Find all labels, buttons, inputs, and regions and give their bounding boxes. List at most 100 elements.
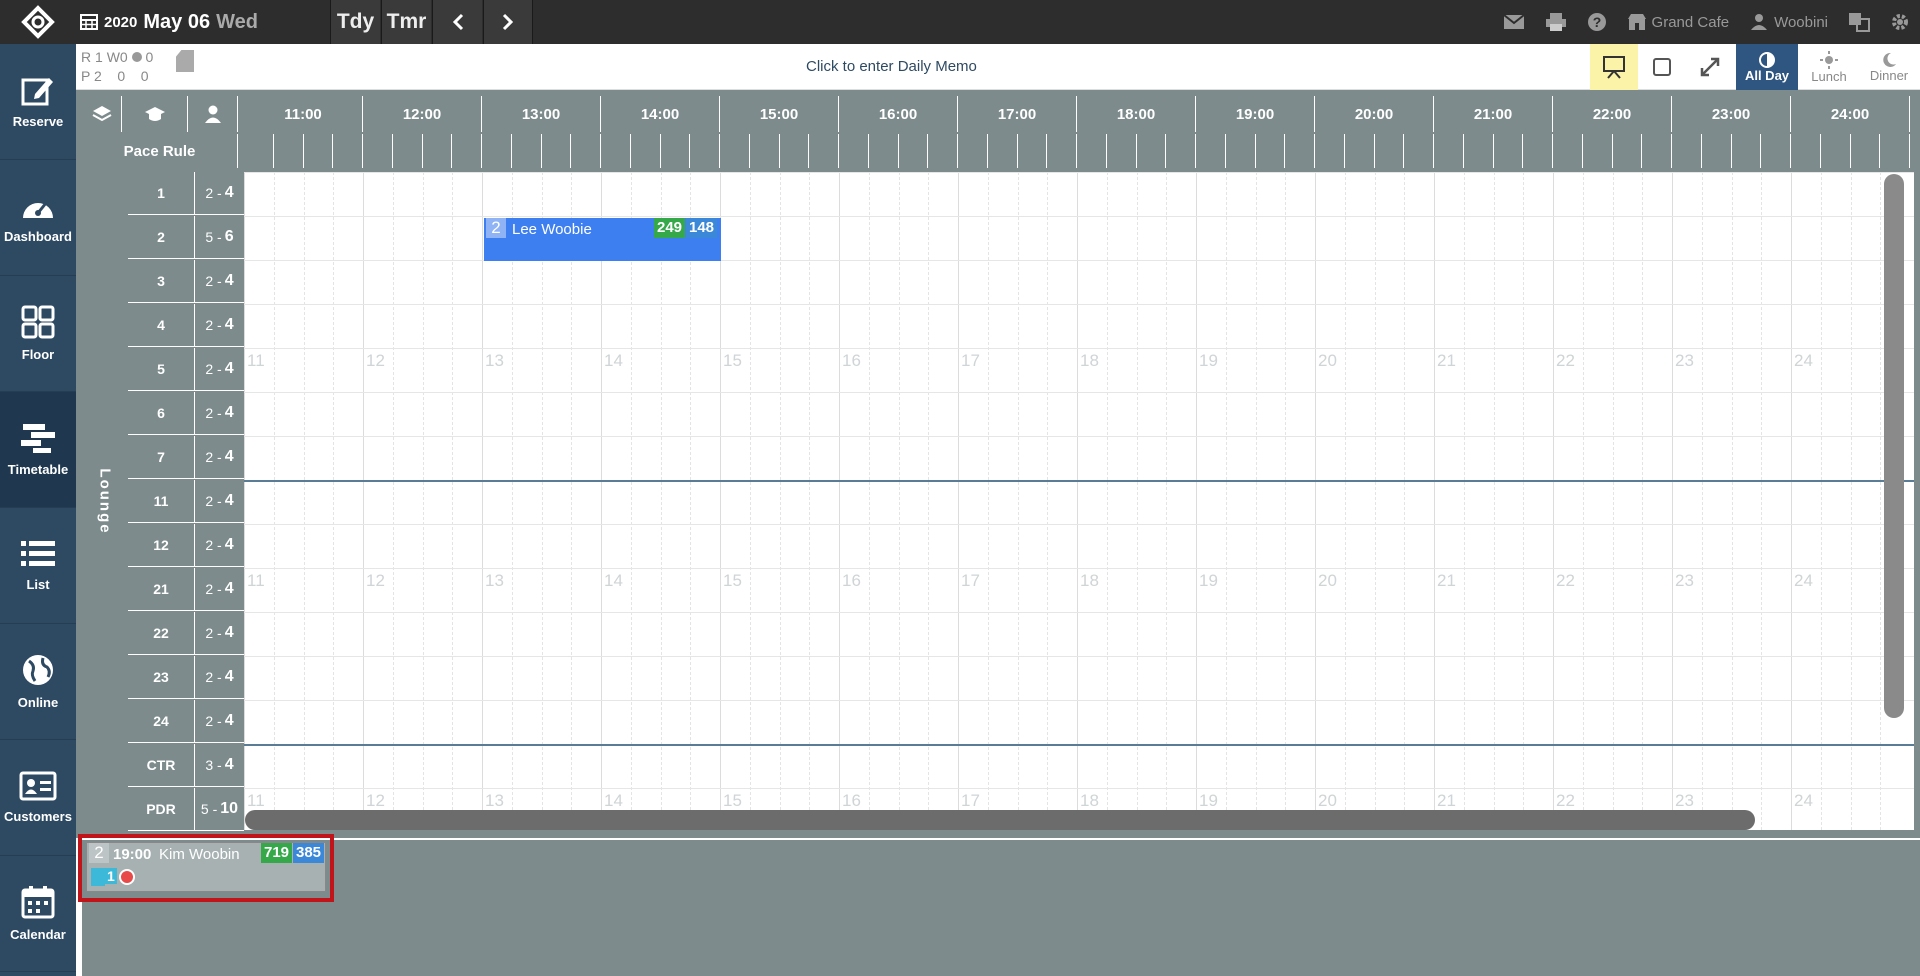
pace-slot[interactable] bbox=[423, 134, 453, 168]
pace-slot[interactable] bbox=[928, 134, 958, 168]
pace-slot[interactable] bbox=[333, 134, 363, 168]
pace-slot[interactable] bbox=[1375, 134, 1405, 168]
pace-slot[interactable] bbox=[1642, 134, 1672, 168]
mail-button[interactable] bbox=[1502, 14, 1525, 30]
meal-dinner-tab[interactable]: Dinner bbox=[1858, 44, 1920, 90]
pace-slot[interactable] bbox=[1494, 134, 1524, 168]
pace-slot[interactable] bbox=[1018, 134, 1048, 168]
waitlist-card[interactable]: 2 19:00 Kim Woobin 719 385 1 bbox=[86, 842, 326, 892]
pace-slot[interactable] bbox=[1107, 134, 1137, 168]
vertical-scrollbar[interactable] bbox=[1884, 174, 1904, 718]
layers-button[interactable] bbox=[82, 96, 122, 132]
table-name[interactable]: PDR bbox=[128, 788, 194, 831]
pace-slot[interactable] bbox=[1285, 134, 1315, 168]
table-name[interactable]: 6 bbox=[128, 392, 194, 435]
pace-slot[interactable] bbox=[1672, 134, 1702, 168]
table-sort-button[interactable] bbox=[122, 96, 188, 132]
pace-slot[interactable] bbox=[631, 134, 661, 168]
pace-slot[interactable] bbox=[244, 134, 274, 168]
pace-slot[interactable] bbox=[1702, 134, 1732, 168]
table-name[interactable]: 21 bbox=[128, 568, 194, 611]
reservation-block[interactable]: 2 Lee Woobie 249 148 bbox=[484, 218, 721, 261]
table-name[interactable]: CTR bbox=[128, 744, 194, 787]
pace-slot[interactable] bbox=[1583, 134, 1613, 168]
pace-slot[interactable] bbox=[720, 134, 750, 168]
pace-slot[interactable] bbox=[1404, 134, 1434, 168]
fullscreen-button[interactable] bbox=[1686, 44, 1734, 90]
pace-slot[interactable] bbox=[482, 134, 512, 168]
sidebar-item-customers[interactable]: Customers bbox=[0, 740, 76, 856]
sidebar-item-floor[interactable]: Floor bbox=[0, 276, 76, 392]
app-logo[interactable] bbox=[0, 0, 76, 44]
pace-slot[interactable] bbox=[690, 134, 720, 168]
pace-slot[interactable] bbox=[1464, 134, 1494, 168]
sidebar-item-list[interactable]: List bbox=[0, 508, 76, 624]
pace-slot[interactable] bbox=[363, 134, 393, 168]
pace-slot[interactable] bbox=[1880, 134, 1910, 168]
table-name[interactable]: 1 bbox=[128, 172, 194, 215]
table-name[interactable]: 2 bbox=[128, 216, 194, 259]
waitlist-card-highlight[interactable]: 2 19:00 Kim Woobin 719 385 1 bbox=[78, 834, 334, 902]
table-name[interactable]: 11 bbox=[128, 480, 194, 523]
pace-slot[interactable] bbox=[839, 134, 869, 168]
pace-slot[interactable] bbox=[1523, 134, 1553, 168]
pace-slot[interactable] bbox=[1851, 134, 1881, 168]
pace-slot[interactable] bbox=[542, 134, 572, 168]
print-button[interactable] bbox=[1545, 12, 1567, 32]
pace-slot[interactable] bbox=[512, 134, 542, 168]
pace-slot[interactable] bbox=[274, 134, 304, 168]
pace-slot[interactable] bbox=[869, 134, 899, 168]
help-button[interactable]: ? bbox=[1587, 12, 1607, 32]
table-name[interactable]: 23 bbox=[128, 656, 194, 699]
pace-slot[interactable] bbox=[1226, 134, 1256, 168]
meal-lunch-tab[interactable]: Lunch bbox=[1798, 44, 1860, 90]
pace-slot[interactable] bbox=[393, 134, 423, 168]
timetable-cells[interactable]: 11 12 13 14 15 16 17 18 19 20 21 22 23 24 11 12 13 14 15 16… bbox=[244, 172, 1914, 830]
pace-slot[interactable] bbox=[1196, 134, 1226, 168]
sidebar-item-calendar[interactable]: Calendar bbox=[0, 856, 76, 972]
pace-slot[interactable] bbox=[1732, 134, 1762, 168]
table-name[interactable]: 4 bbox=[128, 304, 194, 347]
sidebar-item-dashboard[interactable]: Dashboard bbox=[0, 160, 76, 276]
capacity-sort-button[interactable] bbox=[188, 96, 238, 132]
pace-slot[interactable] bbox=[1613, 134, 1643, 168]
pace-slot[interactable] bbox=[899, 134, 929, 168]
pace-slot[interactable] bbox=[1791, 134, 1821, 168]
pace-slot[interactable] bbox=[1434, 134, 1464, 168]
table-name[interactable]: 24 bbox=[128, 700, 194, 743]
restaurant-selector[interactable]: Grand Cafe bbox=[1627, 13, 1729, 31]
prev-day-button[interactable] bbox=[432, 0, 482, 44]
pace-slot[interactable] bbox=[571, 134, 601, 168]
pace-slot[interactable] bbox=[750, 134, 780, 168]
pace-slot[interactable] bbox=[809, 134, 839, 168]
table-name[interactable]: 5 bbox=[128, 348, 194, 391]
daily-memo[interactable]: Click to enter Daily Memo bbox=[806, 58, 977, 75]
pace-slot[interactable] bbox=[1821, 134, 1851, 168]
meal-all-day-tab[interactable]: All Day bbox=[1736, 44, 1798, 90]
pace-slot[interactable] bbox=[452, 134, 482, 168]
table-name[interactable]: 12 bbox=[128, 524, 194, 567]
pace-slot[interactable] bbox=[1166, 134, 1196, 168]
pace-slot[interactable] bbox=[304, 134, 334, 168]
next-day-button[interactable] bbox=[483, 0, 533, 44]
pace-slot[interactable] bbox=[1047, 134, 1077, 168]
pace-slot[interactable] bbox=[1553, 134, 1583, 168]
table-name[interactable]: 3 bbox=[128, 260, 194, 303]
table-name[interactable]: 7 bbox=[128, 436, 194, 479]
user-menu[interactable]: Woobini bbox=[1749, 13, 1828, 31]
tomorrow-button[interactable]: Tmr bbox=[381, 0, 431, 44]
pace-slot[interactable] bbox=[1077, 134, 1107, 168]
presentation-toggle[interactable] bbox=[1590, 44, 1638, 90]
sidebar-item-timetable[interactable]: Timetable bbox=[0, 392, 76, 508]
language-button[interactable] bbox=[1848, 12, 1870, 32]
horizontal-scrollbar[interactable] bbox=[245, 810, 1755, 830]
today-button[interactable]: Tdy bbox=[330, 0, 380, 44]
sidebar-item-online[interactable]: Online bbox=[0, 624, 76, 740]
pace-slot[interactable] bbox=[1137, 134, 1167, 168]
table-name[interactable]: 22 bbox=[128, 612, 194, 655]
pace-slot[interactable] bbox=[1315, 134, 1345, 168]
pace-slot[interactable] bbox=[780, 134, 810, 168]
pace-slot[interactable] bbox=[958, 134, 988, 168]
pace-slot[interactable] bbox=[661, 134, 691, 168]
settings-button[interactable] bbox=[1890, 12, 1910, 32]
